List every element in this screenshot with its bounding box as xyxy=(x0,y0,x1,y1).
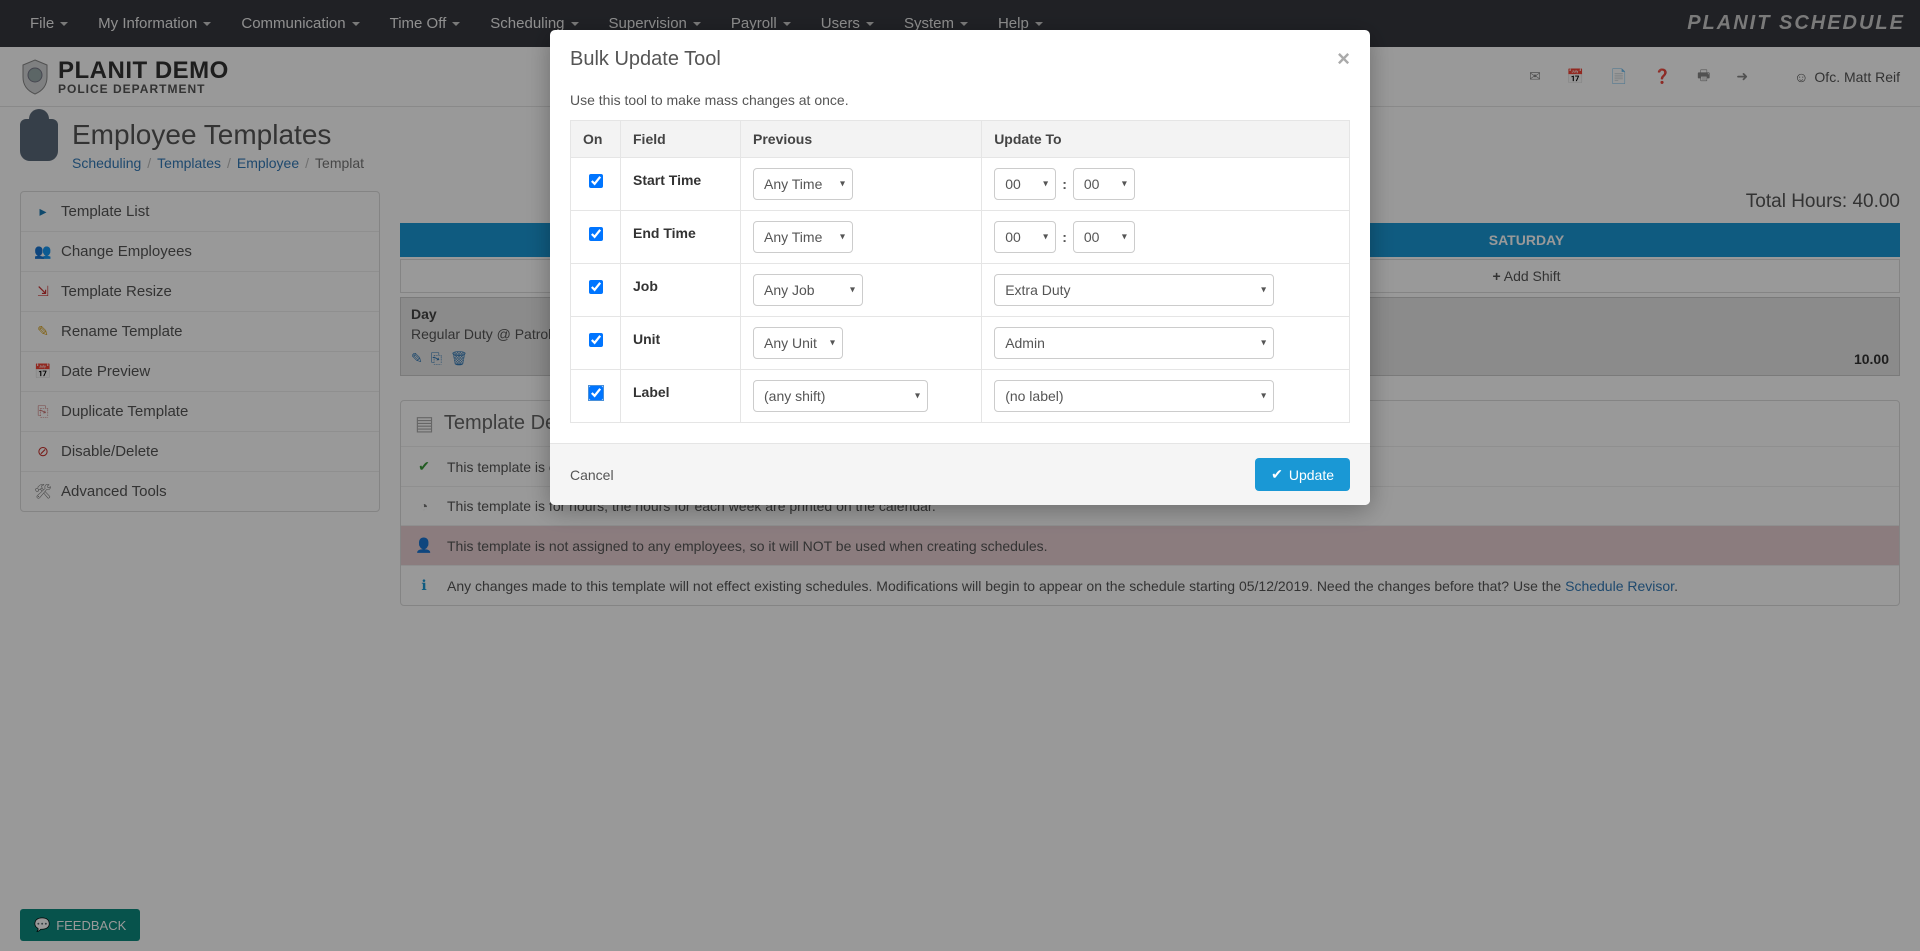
prev-start-time-select[interactable]: Any Time xyxy=(753,168,853,200)
field-label: Unit xyxy=(621,317,741,370)
prev-unit-select[interactable]: Any Unit xyxy=(753,327,843,359)
col-update-to: Update To xyxy=(982,121,1350,158)
update-hour-select[interactable]: 00 xyxy=(994,168,1056,200)
prev-job-select[interactable]: Any Job xyxy=(753,274,863,306)
prev-end-time-select[interactable]: Any Time xyxy=(753,221,853,253)
prev-label-select[interactable]: (any shift) xyxy=(753,380,928,412)
update-minute-select[interactable]: 00 xyxy=(1073,221,1135,253)
time-colon: : xyxy=(1062,176,1067,192)
bulk-update-table: On Field Previous Update To Start Time An… xyxy=(570,120,1350,423)
update-hour-select[interactable]: 00 xyxy=(994,221,1056,253)
field-label: End Time xyxy=(621,211,741,264)
col-previous: Previous xyxy=(741,121,982,158)
bulk-update-modal: Bulk Update Tool × Use this tool to make… xyxy=(550,30,1370,505)
update-minute-select[interactable]: 00 xyxy=(1073,168,1135,200)
col-on: On xyxy=(571,121,621,158)
field-label: Label xyxy=(621,370,741,423)
modal-intro: Use this tool to make mass changes at on… xyxy=(570,88,1350,120)
field-label: Job xyxy=(621,264,741,317)
cancel-button[interactable]: Cancel xyxy=(570,467,614,483)
update-button[interactable]: ✔ Update xyxy=(1255,458,1350,491)
field-label: Start Time xyxy=(621,158,741,211)
col-field: Field xyxy=(621,121,741,158)
row-enable-checkbox[interactable] xyxy=(589,280,603,294)
time-colon: : xyxy=(1062,229,1067,245)
row-enable-checkbox[interactable] xyxy=(589,386,603,400)
row-enable-checkbox[interactable] xyxy=(589,333,603,347)
update-unit-select[interactable]: Admin xyxy=(994,327,1274,359)
update-label-select[interactable]: (no label) xyxy=(994,380,1274,412)
close-icon[interactable]: × xyxy=(1337,46,1350,72)
check-icon: ✔ xyxy=(1271,466,1283,483)
row-enable-checkbox[interactable] xyxy=(589,174,603,188)
modal-title: Bulk Update Tool xyxy=(570,48,721,71)
row-enable-checkbox[interactable] xyxy=(589,227,603,241)
update-job-select[interactable]: Extra Duty xyxy=(994,274,1274,306)
update-button-label: Update xyxy=(1289,467,1334,483)
